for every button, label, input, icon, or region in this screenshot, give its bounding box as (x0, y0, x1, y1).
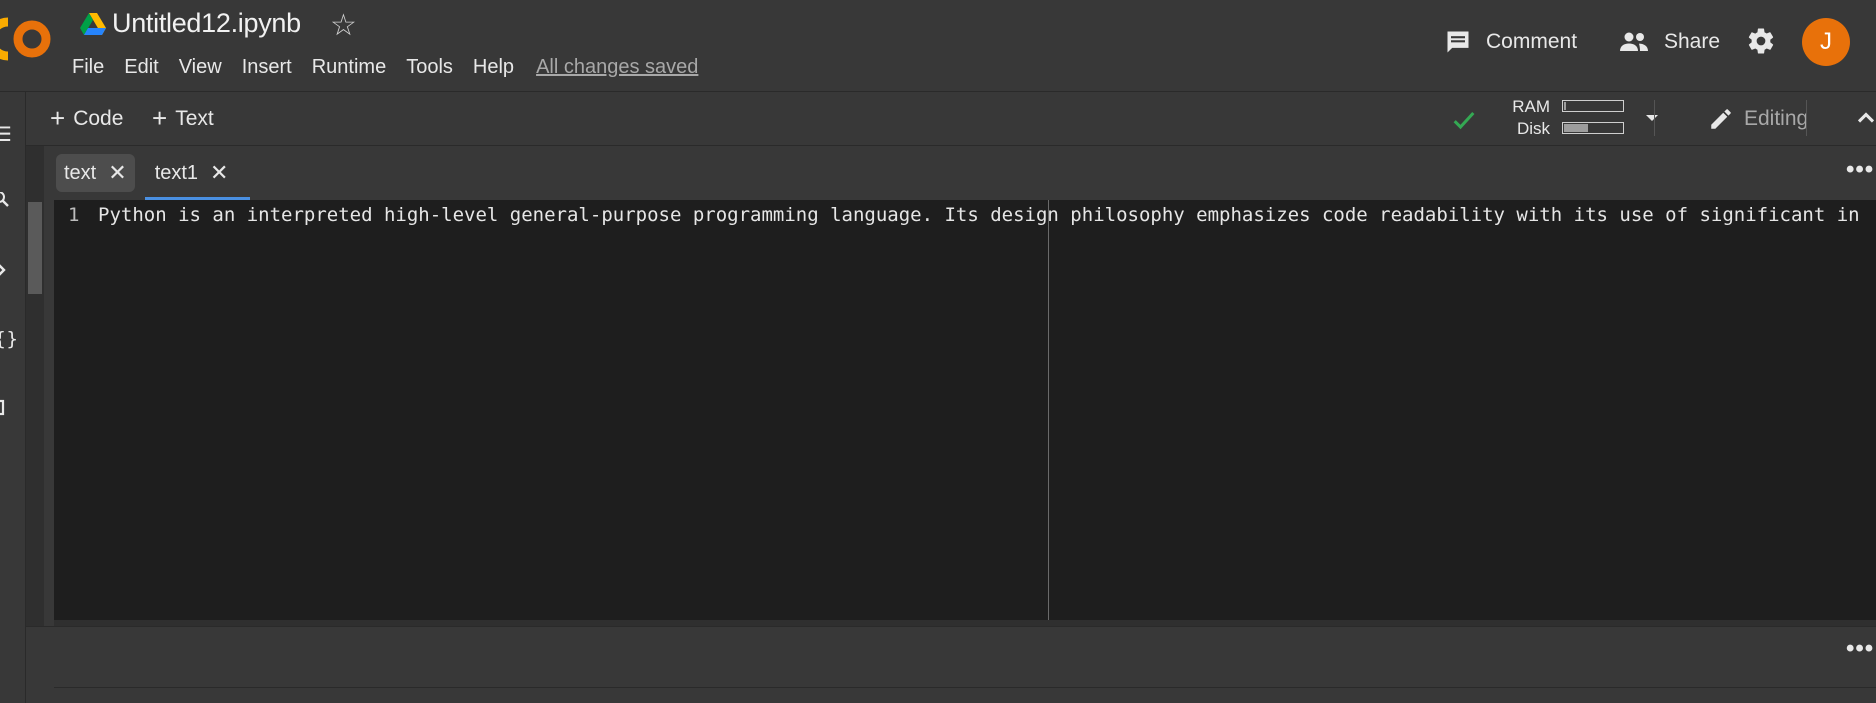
menu-help[interactable]: Help (463, 56, 524, 79)
more-horizontal-icon[interactable]: ••• (1846, 156, 1874, 184)
ram-label: RAM (1512, 97, 1550, 116)
tab-label: text (64, 161, 97, 184)
resource-labels[interactable]: RAM Disk (1484, 96, 1550, 140)
close-icon[interactable]: ✕ (108, 162, 126, 184)
add-code-button[interactable]: + Code (50, 104, 123, 134)
share-label: Share (1664, 30, 1721, 53)
editing-label: Editing (1744, 107, 1809, 130)
menu-file[interactable]: File (62, 56, 114, 79)
menu-tools[interactable]: Tools (396, 56, 463, 79)
app-header: Untitled12.ipynb ☆ File Edit View Insert… (0, 0, 1876, 92)
notebook-toolbar: + Code + Text RAM Disk Editing (26, 92, 1876, 146)
table-of-contents-icon[interactable]: ☰ (0, 122, 16, 146)
ram-usage-fill (1564, 102, 1566, 110)
scrollbar-track[interactable] (26, 146, 44, 626)
plus-icon: + (50, 103, 66, 133)
people-icon (1620, 32, 1648, 51)
star-icon[interactable]: ☆ (330, 8, 357, 43)
variables-icon[interactable]: {} (0, 328, 18, 350)
left-rail: ☰ {} (0, 92, 26, 703)
code-editor[interactable]: 1 Python is an interpreted high-level ge… (54, 200, 1876, 620)
add-text-label: Text (175, 107, 214, 130)
scrollbar-thumb[interactable] (28, 202, 42, 294)
disk-label: Disk (1516, 119, 1550, 138)
toolbar-divider (1654, 100, 1655, 136)
editor-tabs: text ✕ text1 ✕ (56, 146, 251, 200)
tab-label: text1 (154, 161, 199, 184)
notebook-title[interactable]: Untitled12.ipynb (112, 8, 301, 39)
menu-bar: File Edit View Insert Runtime Tools Help… (62, 54, 698, 80)
line-number: 1 (68, 204, 80, 226)
search-icon[interactable] (0, 191, 16, 214)
disk-usage-bar (1562, 122, 1624, 134)
avatar[interactable]: J (1802, 18, 1850, 66)
google-drive-icon (80, 13, 106, 35)
column-ruler (1048, 200, 1049, 620)
close-icon[interactable]: ✕ (210, 162, 228, 184)
comment-icon (1447, 31, 1469, 53)
code-line[interactable]: Python is an interpreted high-level gene… (98, 204, 1860, 226)
editing-mode-button[interactable]: Editing (1708, 104, 1808, 134)
menu-runtime[interactable]: Runtime (302, 56, 396, 79)
menu-insert[interactable]: Insert (232, 56, 302, 79)
add-text-button[interactable]: + Text (152, 104, 214, 134)
more-horizontal-icon[interactable]: ••• (1846, 635, 1874, 663)
gear-icon[interactable] (1746, 26, 1776, 56)
code-snippets-icon[interactable] (0, 260, 16, 282)
disk-usage-fill (1564, 124, 1588, 132)
save-status[interactable]: All changes saved (524, 56, 698, 79)
add-code-label: Code (73, 107, 124, 130)
menu-edit[interactable]: Edit (114, 56, 168, 79)
text-editor-panel: text ✕ text1 ✕ ••• 1 Python is an interp… (26, 146, 1876, 626)
pencil-icon (1711, 109, 1731, 129)
next-cell[interactable]: ••• (26, 626, 1876, 703)
colab-logo[interactable] (0, 14, 56, 64)
ram-usage-bar (1562, 100, 1624, 112)
tab-text[interactable]: text ✕ (56, 154, 135, 192)
resource-bars[interactable] (1562, 100, 1624, 144)
files-icon[interactable] (0, 398, 16, 420)
tab-text1[interactable]: text1 ✕ (144, 154, 251, 200)
chevron-up-icon[interactable] (1852, 104, 1876, 132)
share-button[interactable]: Share (1618, 24, 1720, 60)
menu-view[interactable]: View (169, 56, 232, 79)
caret-down-icon[interactable] (1640, 106, 1664, 130)
checkmark-icon (1453, 111, 1475, 130)
cell-divider (54, 687, 1876, 688)
comment-button[interactable]: Comment (1444, 24, 1577, 60)
plus-icon: + (152, 103, 168, 133)
toolbar-divider (1806, 100, 1807, 136)
comment-label: Comment (1486, 30, 1578, 53)
